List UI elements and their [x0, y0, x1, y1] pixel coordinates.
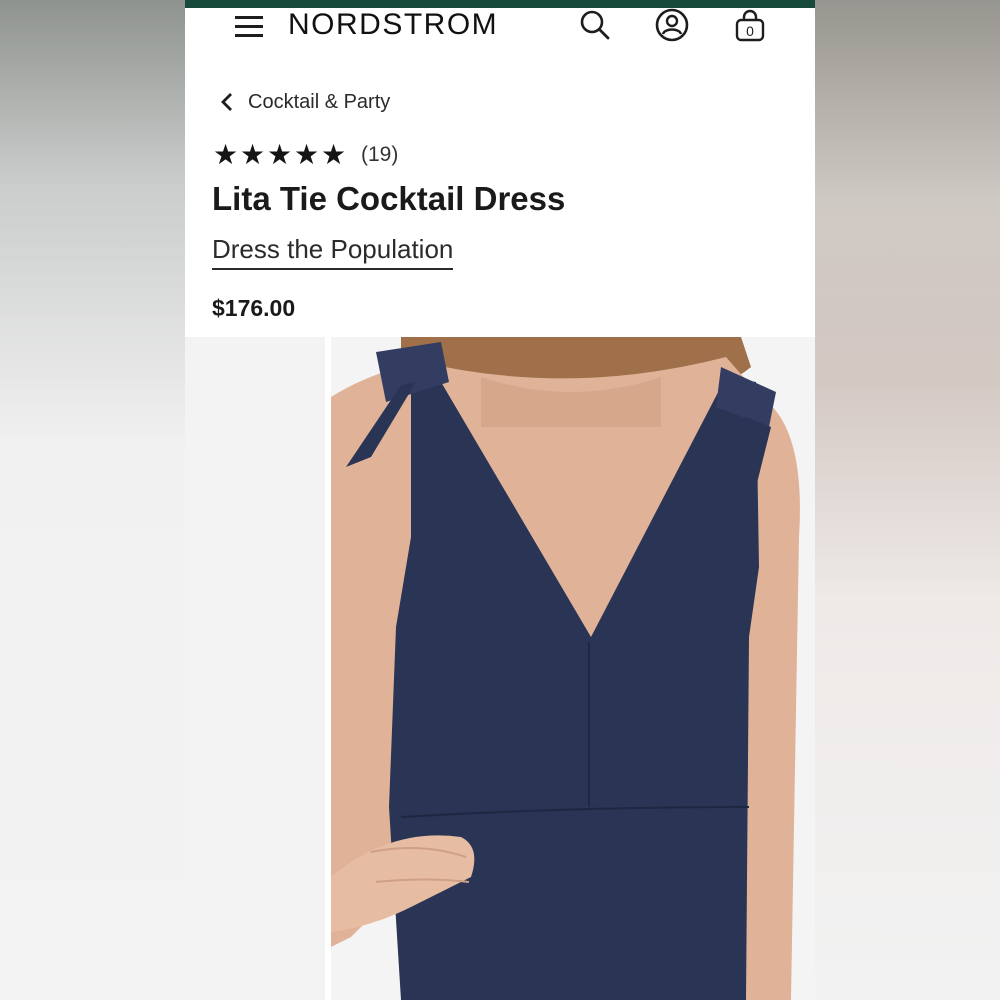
star-icon: ★	[266, 139, 293, 170]
star-icon: ★	[212, 139, 239, 170]
product-page: NORDSTROM 0 Cocktail & Party ★ ★ ★ ★ ★ (…	[185, 0, 815, 1000]
product-image-gallery	[185, 337, 815, 1000]
breadcrumb-back-link[interactable]: Cocktail & Party	[220, 86, 390, 118]
star-icon: ★	[320, 139, 347, 170]
product-rating[interactable]: ★ ★ ★ ★ ★ (19)	[212, 140, 398, 170]
product-title: Lita Tie Cocktail Dress	[212, 180, 566, 217]
breadcrumb-label: Cocktail & Party	[248, 90, 391, 113]
account-icon[interactable]	[655, 8, 689, 42]
product-price: $176.00	[212, 295, 296, 321]
gallery-side-panel	[185, 337, 325, 1000]
rating-stars: ★ ★ ★ ★ ★	[212, 140, 347, 170]
menu-icon[interactable]	[235, 14, 263, 38]
site-header: NORDSTROM 0	[185, 8, 815, 56]
product-photo[interactable]	[331, 337, 815, 1000]
bag-icon[interactable]: 0	[733, 8, 767, 42]
background-left	[0, 0, 185, 1000]
search-icon[interactable]	[578, 8, 612, 42]
product-brand-link[interactable]: Dress the Population	[212, 234, 454, 270]
chevron-left-icon	[221, 93, 232, 111]
top-accent-bar	[185, 0, 815, 8]
background-right	[815, 0, 1000, 1000]
bag-count: 0	[746, 23, 754, 39]
brand-logo[interactable]: NORDSTROM	[288, 8, 498, 42]
dress-illustration	[331, 337, 800, 1000]
star-icon: ★	[293, 139, 320, 170]
star-icon: ★	[239, 139, 266, 170]
review-count[interactable]: (19)	[361, 143, 398, 167]
